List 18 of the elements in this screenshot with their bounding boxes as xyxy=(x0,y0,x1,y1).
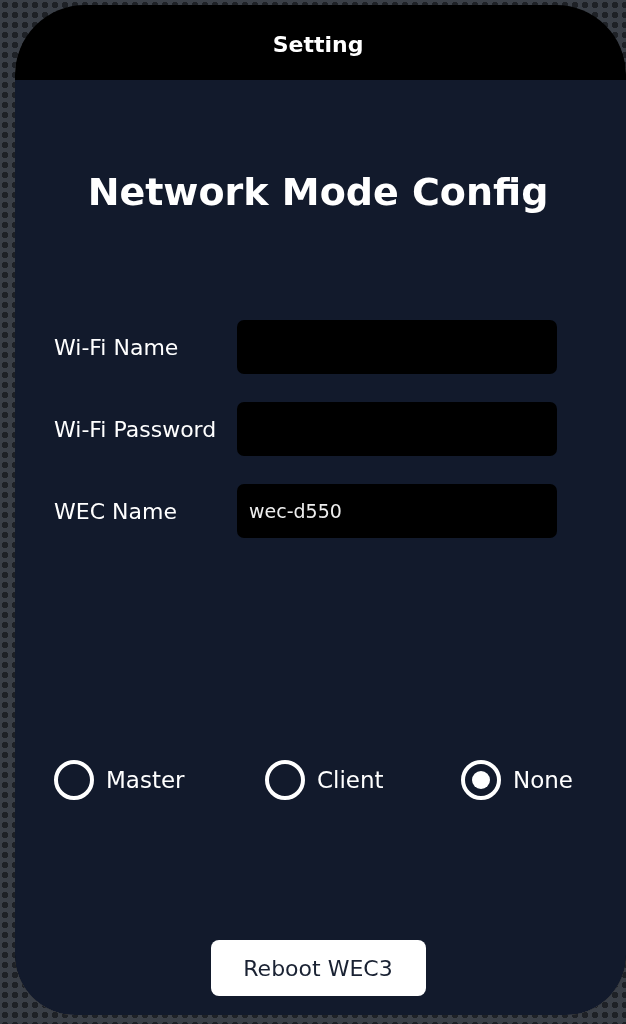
radio-icon[interactable] xyxy=(54,760,94,800)
reboot-button[interactable]: Reboot WEC3 xyxy=(210,940,426,996)
radio-label: None xyxy=(513,767,573,793)
mode-radio[interactable]: None xyxy=(461,760,621,800)
radio-label: Master xyxy=(106,767,185,793)
field-label: Wi-Fi Name xyxy=(53,334,180,360)
page-heading: Network Mode Config xyxy=(86,170,550,214)
input-field[interactable] xyxy=(237,320,557,374)
mode-radio[interactable]: Client xyxy=(265,760,461,800)
mode-radio[interactable]: Master xyxy=(54,760,265,800)
radio-label: Client xyxy=(317,767,384,793)
field-label: Wi-Fi Password xyxy=(53,416,218,442)
field-label: WEC Name xyxy=(53,498,178,524)
radio-icon[interactable] xyxy=(265,760,305,800)
input-field[interactable] xyxy=(237,402,557,456)
window-title: Setting xyxy=(272,31,364,57)
input-field[interactable]: wec-d550 xyxy=(237,484,557,538)
radio-icon[interactable] xyxy=(461,760,501,800)
